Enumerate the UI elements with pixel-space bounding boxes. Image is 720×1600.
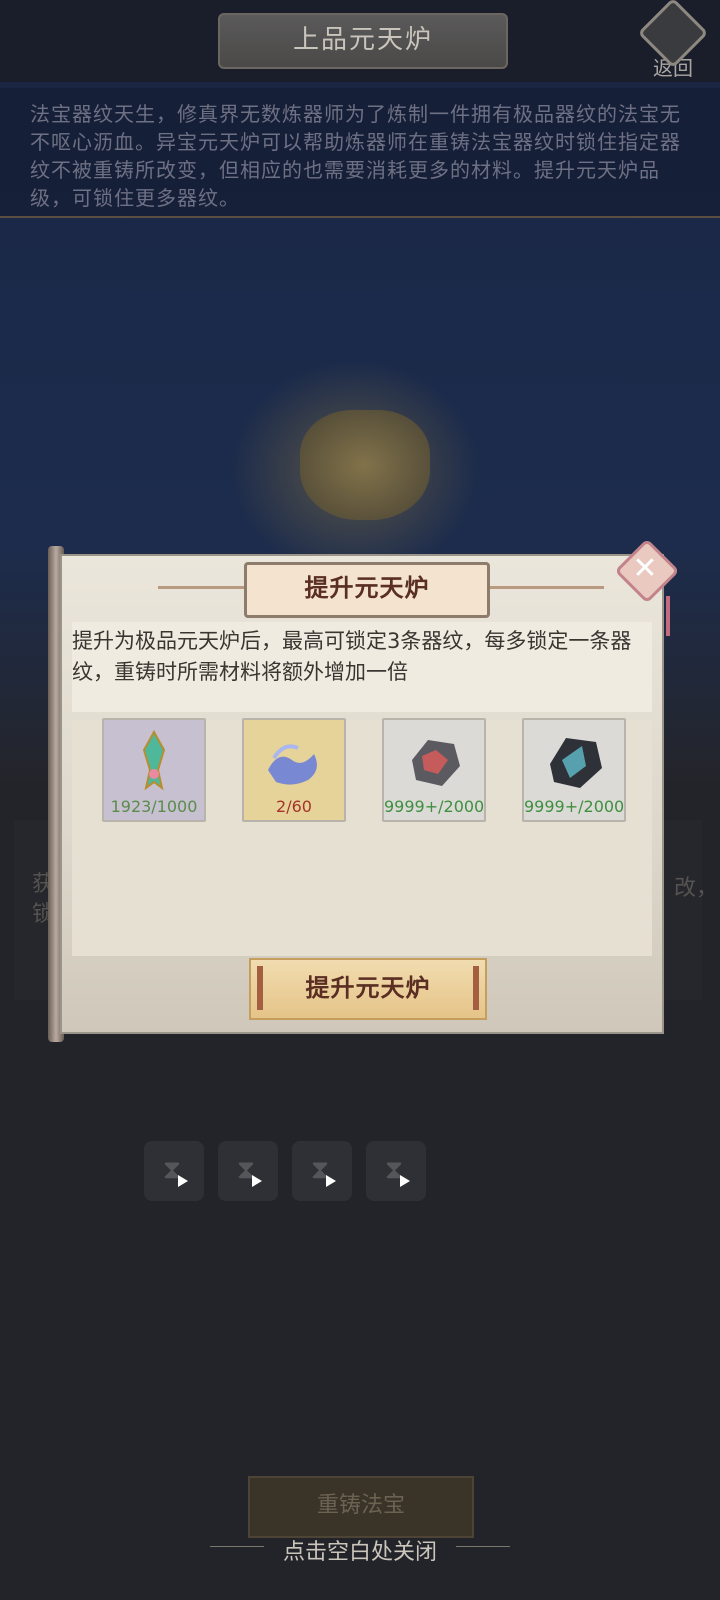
game-screen[interactable]: 上品元天炉 返回 法宝器纹天生，修真界无数炼器师为了炼制一件拥有极品器纹的法宝无… [0, 0, 720, 1600]
close-hint[interactable]: 点击空白处关闭 [200, 1534, 520, 1566]
close-icon: ✕ [632, 551, 658, 586]
recast-treasure-button[interactable]: 重铸法宝 [248, 1476, 474, 1538]
material-slot[interactable]: 9999+/2000 [382, 718, 486, 822]
jade-sword-pendant-icon [142, 730, 166, 791]
back-button[interactable]: 返回 [637, 0, 709, 80]
tassel-decoration [666, 596, 670, 636]
close-modal-button[interactable]: ✕ [614, 538, 680, 604]
header-divider-right [484, 586, 604, 589]
play-arrow-icon [178, 1175, 188, 1187]
modal-panel: 提升元天炉 提升为极品元天炉后，最高可锁定3条器纹，每多锁定一条器纹，重铸时所需… [60, 554, 664, 1034]
cauldron-icon [300, 410, 430, 520]
divider [210, 1546, 264, 1547]
page-title: 上品元天炉 [218, 13, 508, 69]
upgrade-cauldron-button[interactable]: 提升元天炉 [249, 958, 487, 1020]
description-text: 法宝器纹天生，修真界无数炼器师为了炼制一件拥有极品器纹的法宝无不呕心沥血。异宝元… [30, 102, 681, 210]
material-slot[interactable]: 2/60 [242, 718, 346, 822]
play-arrow-icon [252, 1175, 262, 1187]
lock-slot[interactable]: ⧗ [366, 1141, 426, 1201]
dark-crystal-ore-icon [550, 738, 602, 788]
header-divider-left [158, 586, 244, 589]
play-arrow-icon [326, 1175, 336, 1187]
play-arrow-icon [400, 1175, 410, 1187]
red-vein-ore-icon [412, 740, 460, 786]
button-cap-left [257, 966, 263, 1010]
blue-wave-essence-icon [268, 744, 317, 785]
lower-panel-text-right: 改， [674, 876, 719, 901]
material-slot[interactable]: 9999+/2000 [522, 718, 626, 822]
lock-slot[interactable]: ⧗ [292, 1141, 352, 1201]
upgrade-modal: 提升元天炉 提升为极品元天炉后，最高可锁定3条器纹，每多锁定一条器纹，重铸时所需… [48, 538, 680, 1042]
upgrade-cauldron-label: 提升元天炉 [305, 974, 431, 1002]
button-cap-right [473, 966, 479, 1010]
divider [456, 1546, 510, 1547]
material-count: 2/60 [276, 797, 312, 816]
modal-title: 提升元天炉 [244, 562, 490, 618]
lock-slot[interactable]: ⧗ [144, 1141, 204, 1201]
modal-description: 提升为极品元天炉后，最高可锁定3条器纹，每多锁定一条器纹，重铸时所需材料将额外增… [72, 629, 632, 684]
lock-slot[interactable]: ⧗ [218, 1141, 278, 1201]
material-count: 9999+/2000 [524, 797, 625, 816]
material-count: 9999+/2000 [384, 797, 485, 816]
material-count: 1923/1000 [110, 797, 198, 816]
material-slot[interactable]: 1923/1000 [102, 718, 206, 822]
close-hint-text: 点击空白处关闭 [282, 1540, 437, 1565]
